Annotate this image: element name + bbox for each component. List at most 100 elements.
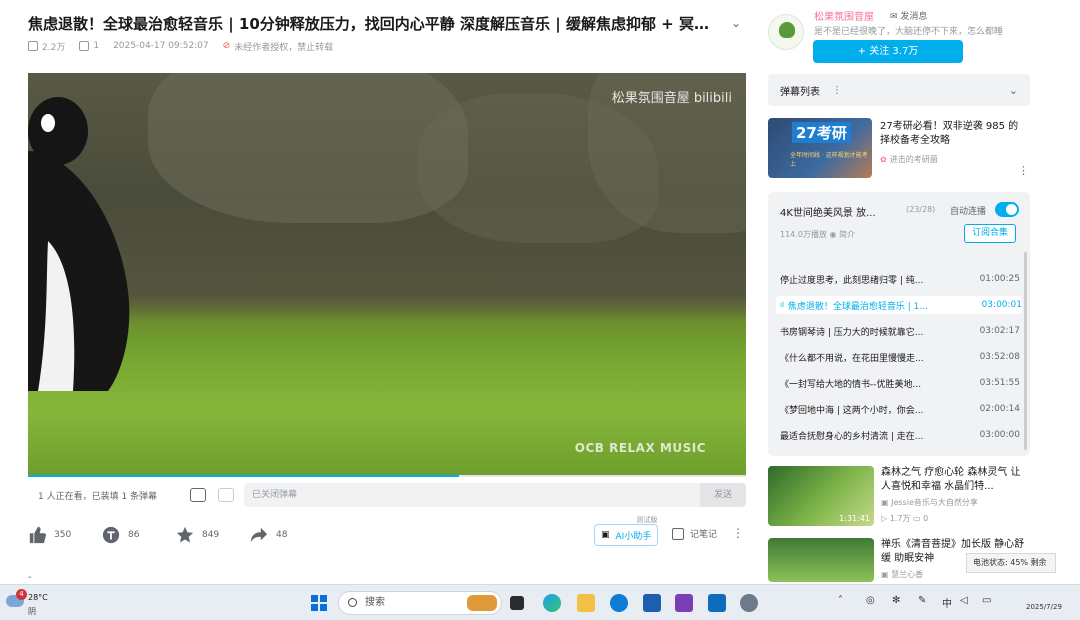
- recommended-view-count: 1.7万: [889, 514, 911, 523]
- taskbar-search[interactable]: 搜索: [338, 591, 502, 615]
- follow-button[interactable]: + 关注 3.7万: [813, 40, 963, 63]
- uploader-bio: 是不是已经很晚了，大脑还停不下来，怎么都睡: [814, 27, 1004, 37]
- episode-item[interactable]: 书房钢琴诗 | 压力大的时候就靠它... 03:02:17: [780, 322, 1020, 340]
- autoplay-toggle[interactable]: [995, 202, 1019, 217]
- video-player[interactable]: 松果氛围音屋 bilibili OCB RELAX MUSIC: [28, 73, 746, 477]
- start-button[interactable]: [311, 595, 327, 611]
- recommended-thumbnail[interactable]: 1:31:41: [768, 466, 874, 526]
- episode-title: 最适合抚慰身心的乡村清流 | 走在...: [780, 431, 924, 442]
- view-count: 2.2万: [42, 42, 66, 53]
- episode-duration: 03:00:01: [981, 300, 1022, 310]
- ad-source: ✿ 进击的考研菌: [880, 154, 938, 165]
- share-button[interactable]: 48: [250, 526, 324, 544]
- subscribe-collection-button[interactable]: 订阅合集: [964, 224, 1016, 243]
- episode-title: 《一封写给大地的情书--优胜美地...: [780, 379, 922, 390]
- episode-title: 书房钢琴诗 | 压力大的时候就靠它...: [780, 327, 924, 338]
- episode-item[interactable]: 最适合抚慰身心的乡村清流 | 走在... 03:00:00: [780, 426, 1020, 444]
- thumbs-up-icon: [29, 526, 46, 544]
- video-progress-bar[interactable]: [28, 475, 746, 477]
- episode-item[interactable]: 《梦回地中海 | 这两个小时，你会... 02:00:14: [780, 400, 1020, 418]
- danmaku-settings-icon[interactable]: [218, 488, 234, 502]
- ad-card[interactable]: 27考研 全年时间线 · 这样规划才能考上 27考研必看！双非逆袭 985 的择…: [768, 118, 1030, 178]
- coin-count: 86: [128, 530, 140, 540]
- collection-title[interactable]: 4K世间绝美风景 放...: [780, 204, 876, 219]
- volume-icon[interactable]: ◁: [960, 595, 968, 606]
- danmaku-send-button[interactable]: 发送: [700, 483, 746, 507]
- recommended-author[interactable]: ▣ 慧兰心香: [881, 569, 923, 580]
- episode-item-active[interactable]: ıl 焦虑退散！全球最治愈轻音乐 | 1... 03:00:01: [776, 296, 1022, 314]
- weather-temp: 28°C: [28, 593, 48, 602]
- settings-gear-icon[interactable]: [740, 594, 758, 612]
- taskbar-date[interactable]: 2025/7/29: [1026, 603, 1062, 611]
- battery-icon[interactable]: ▭: [982, 595, 991, 606]
- episode-title: 焦虑退散！全球最治愈轻音乐 | 1...: [787, 301, 928, 312]
- favorite-count: 849: [202, 530, 220, 540]
- favorite-button[interactable]: 849: [176, 526, 250, 544]
- recommended-title[interactable]: 森林之气 疗愈心轮 森林灵气 让人喜悦和幸福 水晶们特...: [881, 466, 1027, 494]
- danmaku-icon: ▭: [912, 514, 921, 523]
- episode-item[interactable]: 《一封写给大地的情书--优胜美地... 03:51:55: [780, 374, 1020, 392]
- more-options-icon[interactable]: ⋮: [732, 526, 744, 540]
- chevron-down-icon[interactable]: ⌄: [728, 15, 744, 31]
- mail-icon[interactable]: [708, 594, 726, 612]
- robot-icon: ▣: [601, 530, 610, 540]
- uploader-name[interactable]: 松果氛围音屋: [814, 8, 874, 23]
- recommended-author[interactable]: ▣ Jessie音乐与大自然分享: [881, 497, 978, 508]
- store-icon[interactable]: [643, 594, 661, 612]
- windows-logo-tile: [320, 604, 327, 611]
- chevron-up-icon[interactable]: ˄: [838, 595, 843, 606]
- episode-duration: 03:00:00: [979, 430, 1020, 440]
- collection-scrollbar[interactable]: [1024, 252, 1027, 450]
- like-button[interactable]: 350: [28, 526, 102, 544]
- search-icon: [348, 598, 357, 607]
- edge-icon[interactable]: [543, 594, 561, 612]
- ad-thumbnail[interactable]: 27考研 全年时间线 · 这样规划才能考上: [768, 118, 872, 178]
- episode-duration: 03:51:55: [979, 378, 1020, 388]
- danmaku-bar: 1 人正在看，已装填 1 条弹幕 已关闭弹幕 发送: [28, 480, 746, 510]
- notes-button[interactable]: 记笔记: [672, 527, 717, 540]
- collection-play-count: 114.0万播放: [780, 230, 827, 239]
- intro-link[interactable]: 简介: [839, 230, 855, 239]
- network-icon[interactable]: ◎: [866, 595, 875, 606]
- like-count: 350: [54, 530, 72, 540]
- message-label: 发消息: [900, 12, 928, 22]
- ai-assistant-label: AI小助手: [615, 531, 652, 542]
- weather-desc: 阴: [28, 607, 36, 616]
- recommended-item[interactable]: 1:31:41 森林之气 疗愈心轮 森林灵气 让人喜悦和幸福 水晶们特... ▣…: [768, 466, 1030, 528]
- danmaku-list-header[interactable]: 弹幕列表 ⋮ ⌄: [768, 74, 1030, 106]
- message-button[interactable]: ✉ 发消息: [890, 9, 927, 22]
- beta-tag: 测试版: [636, 516, 658, 524]
- episode-item[interactable]: 《什么都不用说，在花田里慢慢走... 03:52:08: [780, 348, 1020, 366]
- ad-title[interactable]: 27考研必看！双非逆袭 985 的择校备考全攻略: [880, 120, 1026, 148]
- episode-duration: 03:52:08: [979, 352, 1020, 362]
- weather-widget[interactable]: 4 28°C 阴: [4, 589, 64, 617]
- recommended-thumbnail[interactable]: [768, 538, 874, 582]
- no-repost-icon: ⊘: [222, 41, 231, 51]
- danmaku-count-icon: [79, 41, 90, 51]
- ad-source-icon: ✿: [880, 155, 887, 164]
- kebab-icon[interactable]: ⋮: [1018, 164, 1029, 177]
- coin-button[interactable]: 86: [102, 526, 176, 544]
- chevron-down-icon[interactable]: ⌄: [1009, 84, 1018, 97]
- ai-assistant-button[interactable]: 测试版 ▣ AI小助手: [594, 516, 659, 546]
- task-view-icon[interactable]: [510, 596, 524, 610]
- danmaku-toggle-icon[interactable]: [190, 488, 206, 502]
- danmaku-input[interactable]: 已关闭弹幕: [244, 483, 700, 507]
- file-explorer-icon[interactable]: [577, 594, 595, 612]
- pen-icon[interactable]: ✎: [918, 595, 926, 606]
- collection-stats: 114.0万播放 ◉ 简介: [780, 229, 855, 240]
- share-arrow-icon: [250, 527, 268, 543]
- episode-item[interactable]: 停止过度思考，此刻思绪归零 | 纯... 01:00:25: [780, 270, 1020, 288]
- bluetooth-icon[interactable]: ✻: [892, 595, 900, 606]
- onenote-icon[interactable]: [675, 594, 693, 612]
- episode-title: 停止过度思考，此刻思绪归零 | 纯...: [780, 275, 924, 286]
- windows-taskbar: 4 28°C 阴 搜索 ˄ ◎ ✻ ✎ 中 ◁ ▭ 2025/7/29: [0, 584, 1080, 620]
- ime-label[interactable]: 中: [942, 595, 952, 610]
- progress-fill: [28, 475, 459, 477]
- avatar[interactable]: [768, 14, 804, 50]
- video-meta: 2.2万 1 2025-04-17 09:52:07 ⊘ 未经作者授权，禁止转载: [28, 38, 333, 54]
- kebab-icon[interactable]: ⋮: [832, 85, 842, 96]
- browser-icon[interactable]: [610, 594, 628, 612]
- autoplay-label: 自动连播: [950, 207, 987, 217]
- notification-badge: 4: [16, 589, 27, 600]
